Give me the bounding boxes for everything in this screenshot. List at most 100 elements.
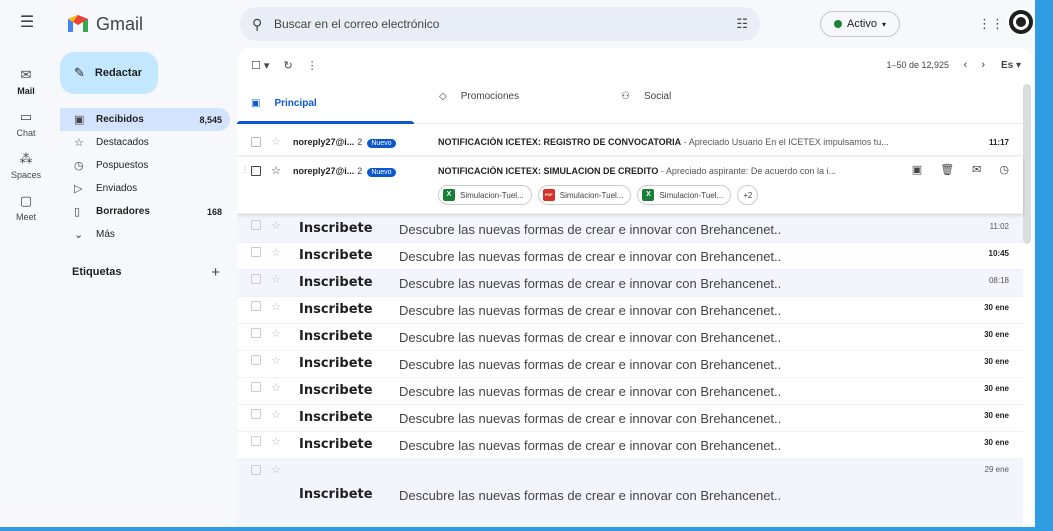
category-tabs: ▣ Principal ◇ Promociones ⚇ Social (237, 82, 1033, 124)
add-label-icon[interactable]: + (211, 264, 230, 281)
attachment-chip[interactable]: X Simulacion-Tuel... (637, 185, 732, 205)
chevron-right-icon[interactable]: › (981, 59, 999, 71)
delete-icon[interactable]: 🗑 (940, 163, 954, 176)
sender-name: noreply27@i... (293, 137, 355, 147)
archive-icon[interactable]: ▣ (912, 163, 922, 176)
row-checkbox[interactable] (251, 220, 261, 230)
row-checkbox[interactable] (251, 409, 261, 419)
search-input[interactable]: Buscar en el correo electrónico (274, 17, 736, 31)
status-selector[interactable]: Activo ▾ (820, 11, 900, 37)
more-attachments-chip[interactable]: +2 (737, 185, 759, 205)
star-icon[interactable]: ☆ (271, 354, 281, 367)
sidebar-item-destacados[interactable]: ☆ Destacados (60, 131, 230, 154)
page-arrows[interactable]: ‹› (964, 59, 999, 71)
account-avatar[interactable] (1007, 8, 1035, 36)
new-badge: Nuevo (367, 139, 396, 148)
email-row[interactable]: ☆ Inscribete Descubre las nuevas formas de… (237, 270, 1023, 297)
select-all-checkbox[interactable]: ☐ ▾ (251, 59, 269, 72)
star-icon: ☆ (74, 137, 84, 149)
email-sender: Inscribete (299, 383, 373, 398)
star-icon[interactable]: ☆ (271, 300, 281, 313)
star-icon[interactable]: ☆ (271, 135, 281, 148)
row-checkbox[interactable] (251, 247, 261, 257)
input-language-selector[interactable]: Es ▾ (1001, 60, 1021, 71)
email-row[interactable]: ☆ Inscribete Descubre las nuevas formas de… (237, 297, 1023, 324)
star-icon[interactable]: ☆ (271, 408, 281, 421)
email-time: 11:02 (989, 222, 1009, 231)
row-checkbox[interactable] (251, 382, 261, 392)
sender-name: noreply27@i... (293, 166, 355, 176)
snooze-icon[interactable]: ◷ (999, 163, 1009, 176)
row-checkbox[interactable] (251, 301, 261, 311)
email-time: 29 ene (984, 465, 1009, 474)
rail-item-meet[interactable]: ▢ Meet (0, 192, 52, 222)
row-checkbox[interactable] (251, 328, 261, 338)
sidebar-item-enviados[interactable]: ▷ Enviados (60, 177, 230, 200)
email-sender: Inscribete (299, 221, 373, 236)
attachment-name: Simulacion-Tuel... (659, 190, 724, 200)
sidebar-item-pospuestos[interactable]: ◷ Pospuestos (60, 154, 230, 177)
row-checkbox[interactable] (251, 465, 261, 475)
gmail-logo[interactable]: Gmail (66, 8, 143, 40)
people-icon: ⚇ (621, 91, 630, 102)
email-time: 30 ene (984, 411, 1009, 420)
subject-text: NOTIFICACIÓN ICETEX: REGISTRO DE CONVOCA… (438, 137, 682, 147)
sidebar-item-borradores[interactable]: ▯ Borradores 168 (60, 200, 230, 223)
rail-item-spaces[interactable]: ⁂ Spaces (0, 150, 52, 180)
tab-principal[interactable]: ▣ Principal (237, 82, 414, 124)
search-icon[interactable]: ⚲ (252, 16, 274, 33)
row-checkbox[interactable] (251, 166, 261, 176)
email-row[interactable]: ☆ Inscribete Descubre las nuevas formas de… (237, 351, 1023, 378)
email-row[interactable]: ☆ Inscribete Descubre las nuevas formas de… (237, 378, 1023, 405)
email-row[interactable]: ☆ Inscribete Descubre las nuevas formas de… (237, 405, 1023, 432)
email-subject: NOTIFICACIÓN ICETEX: SIMULACION DE CREDI… (438, 166, 898, 176)
email-row[interactable]: ☆ Inscribete Descubre las nuevas formas de… (237, 243, 1023, 270)
row-checkbox[interactable] (251, 274, 261, 284)
compose-button[interactable]: ✎ Redactar (60, 52, 158, 94)
sidebar-item-label: Más (96, 229, 115, 240)
star-icon[interactable]: ☆ (271, 219, 281, 232)
email-sender: Inscribete (299, 248, 373, 263)
star-icon[interactable]: ☆ (271, 381, 281, 394)
avatar-ring-icon (1013, 14, 1029, 30)
email-row[interactable]: ☆ noreply27@i... 2 Nuevo NOTIFICACIÓN ICETEX… (237, 128, 1023, 156)
mark-unread-icon[interactable]: ✉ (972, 163, 981, 176)
search-options-icon[interactable]: ☷ (736, 16, 748, 32)
email-row[interactable]: ☆ Inscribete Descubre las nuevas formas de… (237, 324, 1023, 351)
star-icon[interactable]: ☆ (271, 273, 281, 286)
tab-social[interactable]: ⚇ Social (601, 82, 778, 124)
attachment-chip[interactable]: PDF Simulacion-Tuel... (537, 185, 632, 205)
search-bar[interactable]: ⚲ Buscar en el correo electrónico ☷ (240, 7, 760, 41)
email-time: 30 ene (984, 438, 1009, 447)
star-icon[interactable]: ☆ (271, 435, 281, 448)
thread-count: 2 (357, 166, 363, 176)
more-options-icon[interactable]: ⋮ (307, 59, 318, 72)
email-sender: noreply27@i... 2 Nuevo (293, 137, 396, 148)
email-row[interactable]: ☆ Inscribete Descubre las nuevas formas de… (237, 216, 1023, 243)
scrollbar[interactable] (1023, 84, 1031, 244)
email-subject: Descubre las nuevas formas de crear e in… (399, 488, 782, 503)
chevron-left-icon[interactable]: ‹ (964, 59, 982, 71)
tab-promociones[interactable]: ◇ Promociones (419, 82, 596, 124)
email-row[interactable]: ⋮⋮ ☆ noreply27@i... 2 Nuevo NOTIFICACIÓN ICET… (237, 157, 1023, 214)
new-badge: Nuevo (367, 168, 396, 177)
spreadsheet-file-icon: X (642, 189, 655, 201)
email-row[interactable]: ☆ Inscribete Descubre las nuevas formas de… (237, 432, 1023, 459)
refresh-icon[interactable]: ↻ (283, 59, 292, 72)
attachment-chip[interactable]: X Simulacion-Tuel... (438, 185, 532, 205)
rail-item-label: Spaces (10, 170, 42, 180)
rail-item-chat[interactable]: ▭ Chat (0, 108, 52, 138)
email-row[interactable]: ☆ Inscribete Descubre las nuevas formas de… (237, 459, 1023, 527)
sidebar-item-recibidos[interactable]: ▣ Recibidos 8,545 (60, 108, 230, 131)
main-menu-icon[interactable]: ☰ (16, 12, 38, 34)
row-checkbox[interactable] (251, 355, 261, 365)
subject-text: NOTIFICACIÓN ICETEX: SIMULACION DE CREDI… (438, 166, 659, 176)
star-icon[interactable]: ☆ (271, 463, 281, 476)
row-checkbox[interactable] (251, 436, 261, 446)
star-icon[interactable]: ☆ (271, 327, 281, 340)
star-icon[interactable]: ☆ (271, 164, 281, 177)
star-icon[interactable]: ☆ (271, 246, 281, 259)
row-checkbox[interactable] (251, 137, 261, 147)
rail-item-mail[interactable]: ✉ Mail (0, 66, 52, 96)
sidebar-item-más[interactable]: ⌄ Más (60, 223, 230, 246)
